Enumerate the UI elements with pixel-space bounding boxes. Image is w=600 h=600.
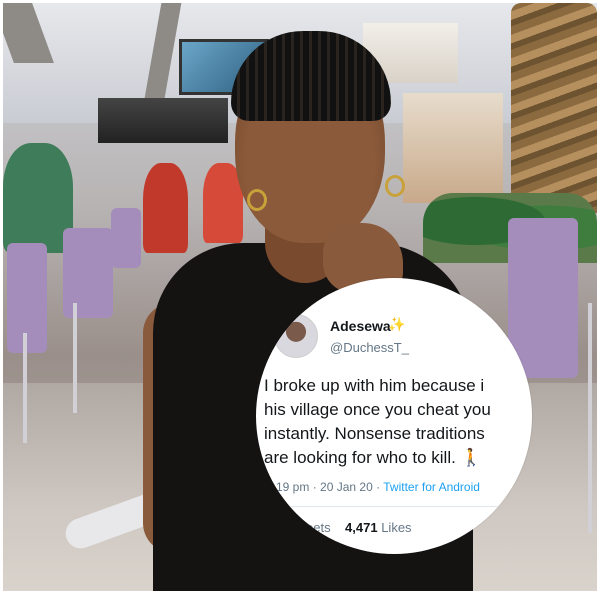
tweet-display-name: Adesewa: [330, 318, 391, 334]
tweet-date: 20 Jan 20: [320, 480, 373, 494]
chair-leg: [588, 303, 592, 533]
tweet-handle: @DuchessT_: [330, 340, 409, 355]
tweet-line: his village once you cheat you: [264, 400, 491, 419]
tweet-time: 19 pm: [276, 480, 310, 494]
likes-count[interactable]: 4,471: [345, 520, 378, 535]
likes-label[interactable]: Likes: [381, 520, 411, 535]
meta-separator: ·: [376, 480, 381, 494]
palm-tree-trunk: [511, 3, 597, 213]
tweet-line-text: are looking for who to kill.: [264, 448, 456, 467]
chair-leg: [23, 333, 27, 443]
storefront: [403, 93, 503, 203]
tweet-timestamp: 19 pm · 20 Jan 20 · Twitter for Android: [276, 480, 480, 494]
purple-chair: [7, 243, 47, 353]
purple-chair: [63, 228, 113, 318]
tweet-client-link[interactable]: Twitter for Android: [383, 480, 480, 494]
divider: [256, 506, 532, 507]
tweet-body: I broke up with him because i his villag…: [264, 374, 532, 470]
tweet-line: are looking for who to kill. 🚶: [264, 446, 532, 470]
purple-chair: [111, 208, 141, 268]
tweet-avatar: [274, 314, 318, 358]
sparkle-icon: ✨: [388, 316, 406, 332]
walking-person-icon: 🚶: [460, 448, 482, 467]
storefront: [98, 98, 228, 143]
tweet-screenshot-overlay: Adesewa ✨ @DuchessT_ I broke up with him…: [256, 278, 532, 554]
chair-leg: [73, 303, 77, 413]
tweet-stats: eets 4,471 Likes: [306, 520, 412, 535]
meta-separator: ·: [312, 480, 317, 494]
purple-chair: [508, 218, 578, 378]
hoop-earring: [385, 175, 405, 197]
hoop-earring: [247, 189, 267, 211]
tweet-line: I broke up with him because i: [264, 376, 485, 395]
image-frame: Adesewa ✨ @DuchessT_ I broke up with him…: [0, 0, 600, 600]
retweets-label[interactable]: eets: [306, 520, 331, 535]
tweet-line: instantly. Nonsense traditions: [264, 424, 485, 443]
background-person: [143, 163, 188, 253]
